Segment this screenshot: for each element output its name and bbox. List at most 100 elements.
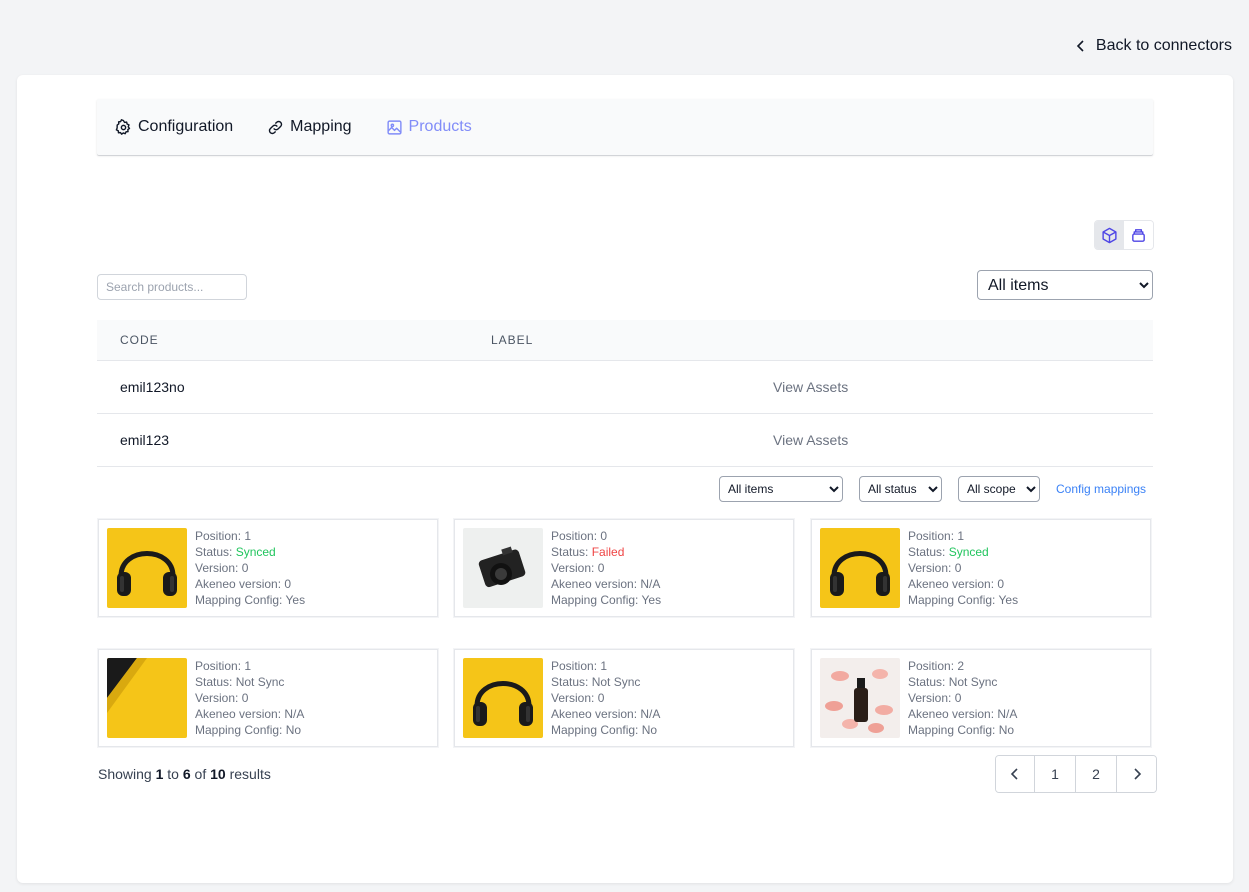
items-filter-select[interactable]: All items: [977, 270, 1153, 300]
akeneo-version-value: N/A: [640, 577, 661, 591]
mapping-config-value: No: [285, 723, 302, 737]
asset-akeneo-version: Akeneo version: N/A: [195, 706, 304, 722]
config-mappings-link[interactable]: Config mappings: [1056, 482, 1146, 496]
asset-tile[interactable]: Position: 1 Status: Not Sync Version: 0 Ake…: [454, 649, 794, 747]
view-assets-link[interactable]: View Assets: [773, 432, 848, 448]
akeneo-version-label: Akeneo version:: [195, 707, 285, 721]
akeneo-version-value: N/A: [997, 707, 1018, 721]
results-total: 10: [210, 766, 226, 782]
status-label: Status:: [908, 545, 949, 559]
mapping-config-value: No: [641, 723, 658, 737]
asset-mapping-config: Mapping Config: Yes: [551, 592, 661, 608]
akeneo-version-label: Akeneo version:: [908, 577, 998, 591]
asset-version: Version: 0: [195, 560, 305, 576]
version-value: 0: [241, 561, 249, 575]
asset-mapping-config: Mapping Config: Yes: [908, 592, 1018, 608]
status-label: Status:: [551, 545, 592, 559]
position-label: Position:: [195, 659, 245, 673]
asset-tile[interactable]: Position: 1 Status: Synced Version: 0 Akene…: [811, 519, 1151, 617]
asset-status: Status: Not Sync: [195, 674, 304, 690]
products-table: CODE LABEL emil123no View Assets emil123…: [97, 320, 1153, 467]
version-value: 0: [954, 561, 962, 575]
asset-position: Position: 1: [195, 528, 305, 544]
back-link-label: Back to connectors: [1095, 37, 1232, 54]
mapping-config-value: Yes: [641, 593, 662, 607]
to-label: to: [167, 766, 179, 782]
akeneo-version-value: 0: [284, 577, 292, 591]
back-to-connectors-link[interactable]: Back to connectors: [1075, 37, 1232, 55]
status-value: Failed: [591, 545, 625, 559]
asset-position: Position: 1: [551, 658, 660, 674]
next-page-button[interactable]: [1117, 756, 1156, 792]
akeneo-version-label: Akeneo version:: [551, 707, 641, 721]
tab-products[interactable]: Products: [386, 118, 472, 136]
tab-configuration[interactable]: Configuration: [115, 118, 233, 136]
asset-thumbnail: [463, 658, 543, 738]
asset-tile[interactable]: Position: 1 Status: Not Sync Version: 0 Ake…: [98, 649, 438, 747]
asset-position: Position: 2: [908, 658, 1017, 674]
status-value: Not Sync: [591, 675, 641, 689]
view-assets-link[interactable]: View Assets: [773, 379, 848, 395]
position-value: 0: [600, 529, 608, 543]
asset-position: Position: 1: [195, 658, 304, 674]
search-input[interactable]: [97, 274, 247, 300]
akeneo-version-value: N/A: [284, 707, 305, 721]
product-view-button[interactable]: [1095, 221, 1124, 249]
mapping-config-value: No: [998, 723, 1015, 737]
tab-bar: Configuration Mapping Products: [97, 99, 1153, 155]
position-label: Position:: [908, 659, 958, 673]
tab-label: Products: [408, 118, 472, 135]
asset-info: Position: 1 Status: Not Sync Version: 0 Ake…: [551, 658, 660, 738]
chevron-right-icon: [1133, 768, 1141, 780]
cube-icon: [1102, 227, 1117, 243]
status-label: Status:: [908, 675, 949, 689]
asset-akeneo-version: Akeneo version: N/A: [551, 576, 661, 592]
asset-status-select[interactable]: All status: [859, 476, 942, 502]
page-button-1[interactable]: 1: [1035, 756, 1076, 792]
asset-akeneo-version: Akeneo version: 0: [908, 576, 1018, 592]
asset-version: Version: 0: [908, 690, 1017, 706]
asset-version: Version: 0: [195, 690, 304, 706]
asset-tile[interactable]: Position: 0 Status: Failed Version: 0 Akene…: [454, 519, 794, 617]
version-value: 0: [597, 691, 605, 705]
stack-view-button[interactable]: [1124, 221, 1153, 249]
view-toggle: [1094, 220, 1154, 250]
position-label: Position:: [551, 659, 601, 673]
akeneo-version-label: Akeneo version:: [908, 707, 998, 721]
asset-thumbnail: [463, 528, 543, 608]
asset-position: Position: 1: [908, 528, 1018, 544]
akeneo-version-value: N/A: [640, 707, 661, 721]
asset-scope-select[interactable]: All scope: [958, 476, 1040, 502]
mapping-config-label: Mapping Config:: [195, 723, 286, 737]
asset-info: Position: 1 Status: Synced Version: 0 Akene…: [908, 528, 1018, 608]
asset-thumbnail: [107, 658, 187, 738]
asset-version: Version: 0: [908, 560, 1018, 576]
position-value: 1: [244, 659, 252, 673]
status-label: Status:: [551, 675, 592, 689]
asset-info: Position: 1 Status: Synced Version: 0 Akene…: [195, 528, 305, 608]
position-value: 1: [957, 529, 965, 543]
asset-position: Position: 0: [551, 528, 661, 544]
version-value: 0: [954, 691, 962, 705]
asset-tile[interactable]: Position: 2 Status: Not Sync Version: 0 Ake…: [811, 649, 1151, 747]
asset-tile[interactable]: Position: 1 Status: Synced Version: 0 Akene…: [98, 519, 438, 617]
asset-mapping-config: Mapping Config: No: [551, 722, 660, 738]
asset-info: Position: 1 Status: Not Sync Version: 0 Ake…: [195, 658, 304, 738]
status-label: Status:: [195, 545, 236, 559]
mapping-config-label: Mapping Config:: [195, 593, 286, 607]
position-label: Position:: [551, 529, 601, 543]
tab-mapping[interactable]: Mapping: [267, 118, 352, 136]
asset-info: Position: 2 Status: Not Sync Version: 0 Ake…: [908, 658, 1017, 738]
table-header: CODE LABEL: [97, 320, 1153, 361]
page-button-2[interactable]: 2: [1076, 756, 1117, 792]
product-code: emil123no: [120, 379, 185, 395]
prev-page-button[interactable]: [996, 756, 1035, 792]
image-icon: [386, 119, 402, 135]
asset-items-select[interactable]: All items: [719, 476, 843, 502]
mapping-config-label: Mapping Config:: [551, 593, 642, 607]
akeneo-version-value: 0: [997, 577, 1005, 591]
results-label: results: [229, 766, 271, 782]
mapping-config-value: Yes: [998, 593, 1019, 607]
asset-akeneo-version: Akeneo version: 0: [195, 576, 305, 592]
asset-thumbnail: [820, 528, 900, 608]
